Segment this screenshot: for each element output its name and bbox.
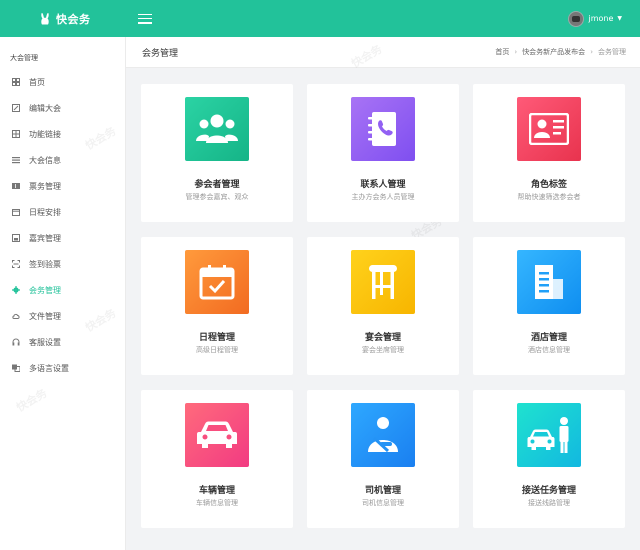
sidebar-item-languages[interactable]: 多语言设置	[0, 355, 125, 381]
sidebar-item-label: 编辑大会	[29, 103, 61, 113]
card-drivers[interactable]: 司机管理 司机信息管理	[307, 390, 459, 528]
brand[interactable]: 快会务	[0, 11, 126, 27]
card-hotel[interactable]: 酒店管理 酒店信息管理	[473, 237, 625, 375]
sidebar-item-label: 会务管理	[29, 285, 61, 295]
breadcrumb-current: 会务管理	[598, 48, 626, 56]
card-description: 司机信息管理	[362, 499, 404, 507]
top-bar: 快会务 jmone ▼	[0, 0, 640, 37]
card-description: 管理参会嘉宾、观众	[185, 193, 249, 201]
pickup-icon	[517, 403, 581, 467]
sidebar-item-label: 功能链接	[29, 129, 61, 139]
card-title: 司机管理	[364, 486, 401, 496]
sidebar-item-guests[interactable]: 嘉宾管理	[0, 225, 125, 251]
card-banquet[interactable]: 宴会管理 宴会坐席管理	[307, 237, 459, 375]
breadcrumb-separator-icon: ›	[590, 48, 593, 56]
user-menu[interactable]: jmone ▼	[568, 10, 622, 27]
card-contacts[interactable]: 联系人管理 主办方会务人员管理	[307, 84, 459, 222]
contacts-book-icon	[351, 97, 415, 161]
card-pickup-tasks[interactable]: 接送任务管理 接送线路管理	[473, 390, 625, 528]
card-attendees[interactable]: 参会者管理 管理参会嘉宾、观众	[141, 84, 293, 222]
sidebar-item-label: 大会信息	[29, 155, 61, 165]
card-description: 宴会坐席管理	[362, 346, 404, 354]
sidebar-item-schedule[interactable]: 日程安排	[0, 199, 125, 225]
sidebar-item-label: 多语言设置	[29, 363, 69, 373]
rabbit-logo-icon	[41, 12, 49, 24]
card-title: 接送任务管理	[521, 486, 576, 496]
card-title: 日程管理	[198, 333, 235, 343]
breadcrumb-conference[interactable]: 快会务新产品发布会	[522, 47, 585, 57]
home-icon	[12, 78, 20, 86]
card-title: 车辆管理	[198, 486, 235, 496]
cloud-icon	[12, 312, 20, 320]
sidebar-item-customer-service[interactable]: 客服设置	[0, 329, 125, 355]
card-description: 高级日程管理	[196, 346, 238, 354]
chevron-down-icon: ▼	[617, 15, 622, 22]
sidebar-item-label: 客服设置	[29, 337, 61, 347]
driver-icon	[351, 403, 415, 467]
card-title: 宴会管理	[364, 333, 401, 343]
gear-icon	[12, 286, 20, 294]
list-icon	[12, 156, 20, 164]
ticket-icon	[12, 182, 20, 190]
sidebar-item-label: 签到验票	[29, 259, 61, 269]
card-schedule[interactable]: 日程管理 高级日程管理	[141, 237, 293, 375]
card-title: 角色标签	[530, 180, 567, 190]
card-title: 参会者管理	[194, 180, 240, 190]
card-description: 帮助快速筛选参会者	[517, 193, 581, 201]
sidebar-item-tickets[interactable]: 票务管理	[0, 173, 125, 199]
card-title: 联系人管理	[360, 180, 406, 190]
sidebar: 大会管理 首页 编辑大会 功能链接 大会信息 票务管理 日程安排 嘉宾管理 签到…	[0, 37, 126, 550]
user-name: jmone	[588, 14, 614, 23]
car-icon	[185, 403, 249, 467]
edit-icon	[12, 104, 20, 112]
breadcrumb-separator-icon: ›	[514, 48, 518, 56]
sidebar-item-home[interactable]: 首页	[0, 69, 125, 95]
sidebar-item-conference-affairs[interactable]: 会务管理	[0, 277, 125, 303]
card-description: 车辆信息管理	[196, 499, 238, 507]
language-icon	[12, 364, 20, 372]
sidebar-item-checkin[interactable]: 签到验票	[0, 251, 125, 277]
content-header: 会务管理 首页 › 快会务新产品发布会 › 会务管理	[126, 37, 640, 68]
sidebar-item-conference-info[interactable]: 大会信息	[0, 147, 125, 173]
card-description: 接送线路管理	[528, 499, 570, 507]
avatar[interactable]	[568, 10, 585, 27]
hotel-icon	[517, 250, 581, 314]
stool-icon	[351, 250, 415, 314]
sidebar-item-label: 首页	[29, 77, 45, 87]
sidebar-item-label: 票务管理	[29, 181, 61, 191]
card-description: 主办方会务人员管理	[351, 193, 415, 201]
sidebar-item-function-links[interactable]: 功能链接	[0, 121, 125, 147]
card-description: 酒店信息管理	[528, 346, 570, 354]
card-title: 酒店管理	[530, 333, 567, 343]
headset-icon	[12, 338, 20, 346]
module-grid: 参会者管理 管理参会嘉宾、观众 联系人管理 主办方会务人员管理 角色标签 帮助快…	[141, 84, 626, 540]
scan-icon	[12, 260, 20, 268]
sidebar-title: 大会管理	[10, 54, 38, 62]
role-card-icon	[517, 97, 581, 161]
sidebar-item-label: 嘉宾管理	[29, 233, 61, 243]
link-icon	[12, 130, 20, 138]
calendar-icon	[12, 208, 20, 216]
breadcrumb-home[interactable]: 首页	[495, 47, 509, 57]
schedule-icon	[185, 250, 249, 314]
card-role-tags[interactable]: 角色标签 帮助快速筛选参会者	[473, 84, 625, 222]
brand-name: 快会务	[56, 12, 91, 26]
menu-toggle-icon[interactable]	[138, 13, 152, 24]
attendees-icon	[185, 97, 249, 161]
card-vehicles[interactable]: 车辆管理 车辆信息管理	[141, 390, 293, 528]
sidebar-item-edit-conference[interactable]: 编辑大会	[0, 95, 125, 121]
breadcrumb: 首页 › 快会务新产品发布会 › 会务管理	[495, 47, 626, 57]
sidebar-item-label: 日程安排	[29, 207, 61, 217]
guest-icon	[12, 234, 20, 242]
page-title: 会务管理	[142, 48, 179, 59]
sidebar-item-files[interactable]: 文件管理	[0, 303, 125, 329]
sidebar-item-label: 文件管理	[29, 311, 61, 321]
